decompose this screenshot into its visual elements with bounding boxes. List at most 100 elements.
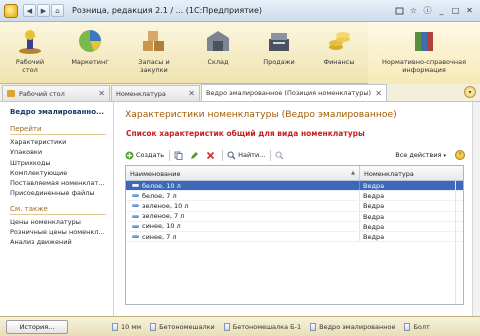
cell-item: Ведра [363,192,385,201]
nav-link-characteristics[interactable]: Характеристики [10,137,110,147]
cell-name-text: зеленое, 7 л [142,212,185,221]
recent-item[interactable]: Ведро эмалированное [310,322,396,331]
nav-link-prices[interactable]: Цены номенклатуры [10,217,110,227]
tab-item-card[interactable]: Ведро эмалированное (Позиция номенклатур… [201,84,387,101]
maximize-icon[interactable]: □ [449,4,462,17]
favorite-icon[interactable]: ☆ [407,4,420,17]
app-logo-icon[interactable] [4,3,18,18]
column-header-item[interactable]: Номенклатура [360,166,463,180]
section-stock[interactable]: Запасы и закупки [120,22,188,84]
section-warehouse[interactable]: Склад [188,22,248,84]
document-icon [150,322,157,331]
table-body: белое, 10 л Ведра белое, 7 л Ведра зеленое, … [126,181,463,243]
nav-link-barcodes[interactable]: Штрихкоды [10,158,110,168]
recent-item[interactable]: 10 мм [112,322,142,331]
nav-link-movement-analysis[interactable]: Анализ движений [10,237,110,247]
tab-bar: Рабочий стол ✕ Номенклатура ✕ Ведро эмал… [0,84,480,102]
table-row[interactable]: зеленое, 10 л Ведра [126,201,463,212]
document-icon [223,322,230,331]
recent-item[interactable]: Бетономешалки [150,322,215,331]
section-label: Финансы [323,58,355,66]
row-marker-icon [132,194,139,198]
section-label: Продажи [263,58,295,66]
minimize-icon[interactable]: _ [435,4,448,17]
tb-tool-icon[interactable] [393,4,406,17]
document-icon [404,322,411,331]
nav-link-retail-prices[interactable]: Розничные цены номенкл... [10,227,110,237]
column-label: Наименование [130,170,181,178]
recent-item-label: Бетономешалки [159,322,215,331]
cell-name: зеленое, 7 л [126,211,360,221]
section-sales[interactable]: Продажи [248,22,310,84]
recent-item-label: Болт [413,322,430,331]
forward-icon[interactable]: ▶ [37,4,50,17]
tabs-menu-icon[interactable]: ▾ [464,86,476,98]
nav-group-go: Перейти [10,125,42,133]
nav-link-packages[interactable]: Упаковки [10,147,110,157]
row-marker-icon [132,235,139,239]
section-label: Маркетинг [71,58,109,66]
recent-item[interactable]: Бетономешалка Б-1 [223,322,302,331]
table-row[interactable]: синее, 10 л Ведра [126,221,463,232]
form-scrollbar[interactable] [472,102,480,316]
nav-link-components[interactable]: Комплектующие [10,168,110,178]
recent-item-label: 10 мм [121,322,142,331]
boxes-icon [139,26,169,56]
tab-nomenclature[interactable]: Номенклатура ✕ [111,85,200,101]
document-icon [112,322,118,331]
cell-name-text: белое, 7 л [142,191,177,200]
cell-item: Ведра [363,232,385,241]
cell-item: Ведра [363,202,385,211]
close-icon[interactable]: ✕ [188,89,195,98]
recent-item[interactable]: Болт [404,322,430,331]
recent-item-label: Ведро эмалированное [319,322,396,331]
status-bar: История... 10 мм Бетономешалки Бетономешал… [0,316,480,336]
cell-name-text: синее, 7 л [142,232,177,241]
section-label: Склад [207,58,229,66]
pie-chart-icon [75,26,105,56]
cell-name: белое, 10 л [126,181,360,191]
section-reference[interactable]: Нормативно-справочная информация [368,22,480,84]
row-marker-icon [132,214,139,218]
column-header-name[interactable]: Наименование ▲ [126,166,360,180]
tab-desktop[interactable]: Рабочий стол ✕ [2,85,110,101]
help-icon[interactable]: ? [455,150,465,160]
cell-name: зеленое, 10 л [126,201,360,211]
table-row[interactable]: зеленое, 7 л Ведра [126,211,463,222]
copy-button[interactable] [174,151,185,160]
books-icon [409,26,439,56]
delete-button[interactable] [206,151,217,160]
close-icon[interactable]: ✕ [463,4,476,17]
table-scrollbar[interactable] [455,181,463,304]
cancel-search-button[interactable] [275,151,286,160]
cell-item: Ведра [363,212,385,221]
cell-name: синее, 10 л [126,221,360,231]
table-row[interactable]: белое, 10 л Ведра [126,181,463,192]
nav-link-files[interactable]: Присоединенные файлы [10,188,110,198]
tab-label: Номенклатура [116,89,166,98]
section-finance[interactable]: Финансы [310,22,368,84]
table-row[interactable]: синее, 7 л Ведра [126,231,463,243]
back-icon[interactable]: ◀ [23,4,36,17]
form-subtitle: Список характеристик общий для вида номе… [126,129,365,138]
tab-label: Рабочий стол [19,89,65,98]
section-desktop[interactable]: Рабочий стол [0,22,60,84]
section-marketing[interactable]: Маркетинг [60,22,120,84]
nav-title: Ведро эмалированно... [10,108,105,116]
home-icon[interactable]: ⌂ [51,4,64,17]
recent-item-label: Бетономешалка Б-1 [232,322,302,331]
create-button[interactable]: Создать [125,151,164,160]
navigation-panel: Ведро эмалированно... Перейти Характерис… [0,102,114,316]
nav-link-supplied[interactable]: Поставляемая номенклат... [10,178,110,188]
cell-name-text: синее, 10 л [142,222,181,231]
all-actions-menu[interactable]: Все действия ▾ [395,151,446,159]
table-row[interactable]: белое, 7 л Ведра [126,191,463,202]
close-icon[interactable]: ✕ [375,89,382,98]
find-button[interactable]: Найти... [227,151,265,160]
close-icon[interactable]: ✕ [98,89,105,98]
info-icon[interactable]: ⓘ [421,4,434,17]
history-button[interactable]: История... [6,319,68,334]
edit-button[interactable] [190,151,201,160]
row-marker-icon [132,224,139,228]
title-bar: ◀ ▶ ⌂ Розница, редакция 2.1 / ... (1С:Пр… [0,0,480,22]
